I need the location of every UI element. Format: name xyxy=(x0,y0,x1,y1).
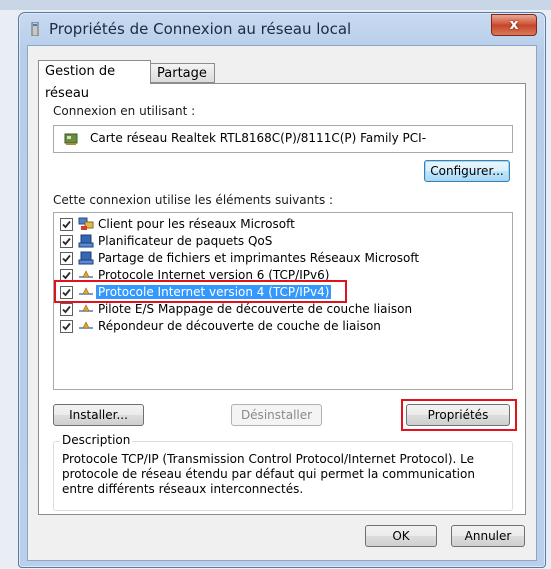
close-icon: x xyxy=(509,17,519,33)
network-service-icon xyxy=(78,234,94,248)
list-item[interactable]: Répondeur de découverte de couche de lia… xyxy=(54,318,510,335)
checkbox[interactable] xyxy=(60,252,73,265)
adapter-field: Carte réseau Realtek RTL8168C(P)/8111C(P… xyxy=(53,125,513,153)
background-window-edge xyxy=(0,0,551,10)
highlight-ipv4-box xyxy=(54,280,347,303)
title-bar[interactable]: Propriétés de Connexion au réseau local … xyxy=(19,13,545,45)
list-item-label: Client pour les réseaux Microsoft xyxy=(98,217,295,231)
network-adapter-icon xyxy=(64,133,78,145)
list-item-label: Répondeur de découverte de couche de lia… xyxy=(98,319,381,333)
install-button[interactable]: Installer... xyxy=(53,404,144,426)
network-connection-icon xyxy=(31,22,39,36)
description-group: Description Protocole TCP/IP (Transmissi… xyxy=(53,433,513,511)
network-client-icon xyxy=(78,217,94,230)
network-service-icon xyxy=(78,251,94,265)
close-button[interactable]: x xyxy=(491,14,537,36)
list-item-label: Pilote E/S Mappage de découverte de couc… xyxy=(98,302,413,316)
properties-dialog: Propriétés de Connexion au réseau local … xyxy=(18,12,546,568)
dialog-client-area: Gestion de réseau Partage Connexion en u… xyxy=(27,45,537,561)
description-title: Description xyxy=(60,433,133,447)
tab-networking[interactable]: Gestion de réseau xyxy=(38,60,151,101)
checkbox[interactable] xyxy=(60,235,73,248)
items-label: Cette connexion utilise les éléments sui… xyxy=(53,193,334,207)
tab-sharing[interactable]: Partage xyxy=(151,63,215,83)
connect-using-label: Connexion en utilisant : xyxy=(53,104,196,118)
window-title: Propriétés de Connexion au réseau local xyxy=(49,20,352,38)
checkbox[interactable] xyxy=(60,320,73,333)
uninstall-button[interactable]: Désinstaller xyxy=(231,404,322,426)
configure-button[interactable]: Configurer... xyxy=(424,160,510,182)
protocol-icon xyxy=(79,304,93,312)
adapter-name: Carte réseau Realtek RTL8168C(P)/8111C(P… xyxy=(90,131,427,145)
networking-tab-panel: Connexion en utilisant : Carte réseau Re… xyxy=(38,83,526,515)
cancel-button[interactable]: Annuler xyxy=(451,525,525,547)
checkbox[interactable] xyxy=(60,303,73,316)
list-item[interactable]: Client pour les réseaux Microsoft xyxy=(54,216,510,233)
highlight-properties-box xyxy=(401,399,517,431)
list-item-label: Planificateur de paquets QoS xyxy=(98,234,273,248)
list-item-label: Partage de fichiers et imprimantes Résea… xyxy=(98,251,420,265)
list-item[interactable]: Pilote E/S Mappage de découverte de couc… xyxy=(54,301,510,318)
list-item[interactable]: Planificateur de paquets QoS xyxy=(54,233,510,250)
checkbox[interactable] xyxy=(60,218,73,231)
ok-button[interactable]: OK xyxy=(365,525,437,547)
description-text: Protocole TCP/IP (Transmission Control P… xyxy=(62,452,475,496)
list-item[interactable]: Partage de fichiers et imprimantes Résea… xyxy=(54,250,510,267)
protocol-icon xyxy=(79,321,93,329)
